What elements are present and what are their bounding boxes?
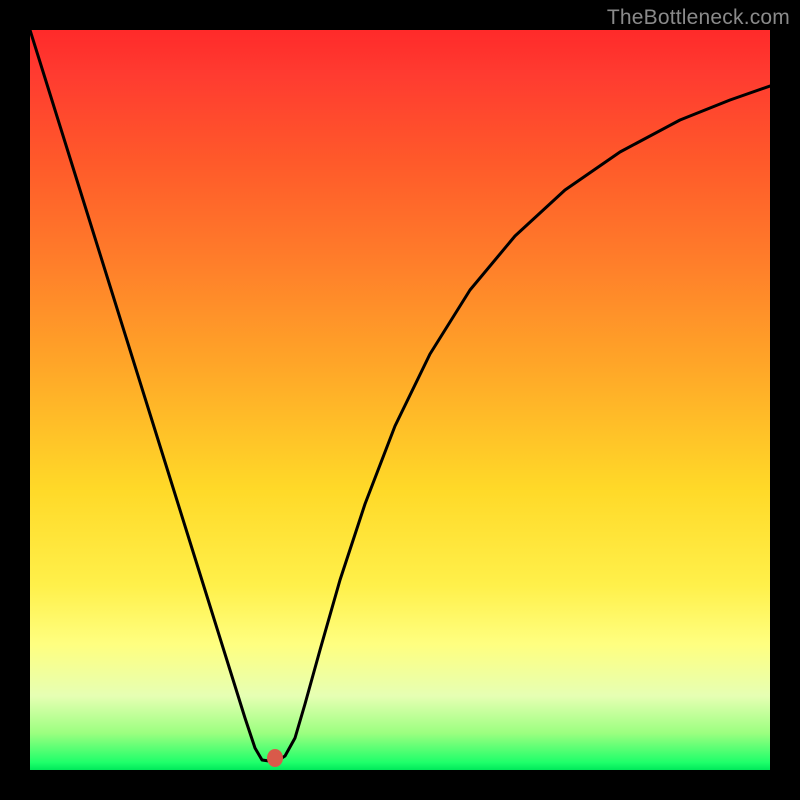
minimum-marker-dot xyxy=(267,749,283,767)
chart-svg xyxy=(30,30,770,770)
chart-stage: TheBottleneck.com xyxy=(0,0,800,800)
plot-area xyxy=(30,30,770,770)
watermark-text: TheBottleneck.com xyxy=(607,6,790,30)
bottleneck-curve xyxy=(30,30,770,761)
